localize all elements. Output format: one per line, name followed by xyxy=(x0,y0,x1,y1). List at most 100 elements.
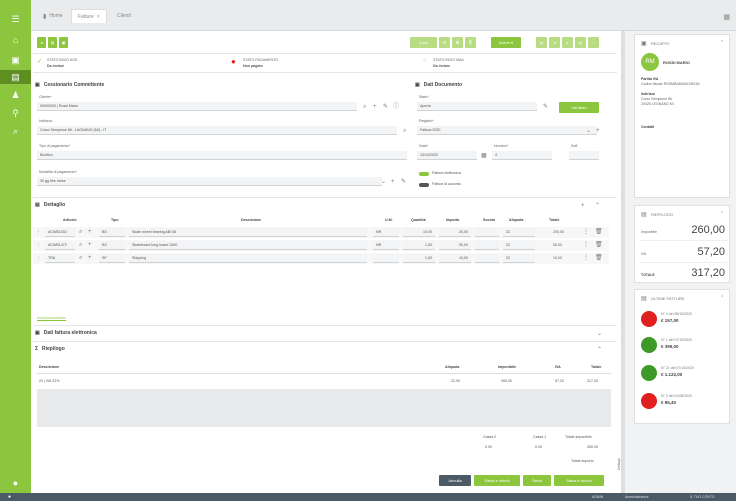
row-tipo[interactable]: BS xyxy=(99,241,125,250)
drag-handle-icon[interactable]: ⋮ xyxy=(37,230,41,234)
info-client-icon[interactable]: ⓘ xyxy=(393,104,399,110)
home-icon[interactable]: ⌂ xyxy=(0,33,31,47)
row-descrizione[interactable]: Shipping xyxy=(129,254,367,263)
row-quantita[interactable]: 10,00 xyxy=(403,228,435,237)
copy-button[interactable]: ⧉ xyxy=(452,37,463,48)
footer-account[interactable]: IL TUO CONTO xyxy=(690,495,715,499)
more-button[interactable]: ⋯ xyxy=(588,37,599,48)
add-client-icon[interactable]: + xyxy=(373,104,377,110)
first-button[interactable]: |◂ xyxy=(536,37,547,48)
contacts-icon[interactable]: ♟ xyxy=(0,88,31,102)
next-button[interactable]: ▸ xyxy=(562,37,573,48)
riepilogo-header[interactable]: Σ Riepilogo xyxy=(35,343,65,355)
tab-fatture[interactable]: Fatture × xyxy=(71,9,107,23)
menu-icon[interactable]: ☰ xyxy=(0,12,31,26)
drag-handle-icon[interactable]: ⋮ xyxy=(37,243,41,247)
edit-client-icon[interactable]: ✎ xyxy=(383,104,388,110)
stato-field[interactable]: Aperta xyxy=(417,102,537,111)
search-icon[interactable]: ⌕ xyxy=(0,124,31,138)
edit-stato-icon[interactable]: ✎ xyxy=(543,104,548,110)
row-articolo[interactable]: TRA xyxy=(45,254,75,263)
client-name[interactable]: ROSSI MARIO xyxy=(663,60,690,65)
table-row[interactable]: ⋮ TRA ⌕ + SP Shipping 1,00 10,00 22 10,0… xyxy=(33,253,609,264)
chevron-up-icon[interactable]: ⌃ xyxy=(720,211,724,217)
add-icon[interactable]: + xyxy=(88,255,92,261)
mail-button[interactable]: ✉ xyxy=(439,37,450,48)
add-icon[interactable]: + xyxy=(88,242,92,248)
chevron-down-icon[interactable]: ⌄ xyxy=(597,331,602,337)
save-close-button[interactable]: Salva e chiudi xyxy=(474,475,520,486)
row-um[interactable]: NR xyxy=(373,241,399,250)
edit-modalita-icon[interactable]: ✎ xyxy=(401,179,406,185)
list-item[interactable]: N° 1 del 07/10/2020 € 399,00 xyxy=(639,334,727,356)
cancel-button[interactable]: Annulla xyxy=(439,475,471,486)
more-icon[interactable]: ⋮ xyxy=(583,229,589,235)
close-icon[interactable]: × xyxy=(97,14,100,20)
fe-header[interactable]: ▣ Dati fattura elettronica xyxy=(35,327,97,339)
print-button[interactable]: ▤ xyxy=(48,37,57,48)
more-icon[interactable]: ⋮ xyxy=(583,255,589,261)
documents-icon[interactable]: ▣ xyxy=(0,53,31,67)
table-row[interactable]: ⋮ ACWB1002 ⌕ + BS Skate wheel bearing AB… xyxy=(33,227,609,238)
pdf-button[interactable]: ▣ xyxy=(59,37,68,48)
row-um[interactable] xyxy=(373,254,399,263)
drag-handle-icon[interactable]: ⋮ xyxy=(37,256,41,260)
row-descrizione[interactable]: Skateboard long board 1500 xyxy=(129,241,367,250)
notes-area[interactable] xyxy=(37,389,611,427)
row-aliquota[interactable]: 22 xyxy=(503,241,535,250)
tab-home[interactable]: ▮ Home xyxy=(37,9,69,23)
add-modalita-icon[interactable]: + xyxy=(391,179,395,185)
footer-role[interactable]: Amministratore xyxy=(625,495,649,499)
indirizzo-field[interactable]: Corso Sempione 86 - LAGNANO (MI) - IT xyxy=(37,126,397,135)
cliente-field[interactable]: 00000002 | Rossi Mario xyxy=(37,102,357,111)
list-item[interactable]: N° 21 del 07/10/2020 € 1.122,00 xyxy=(639,362,727,384)
add-registro-icon[interactable]: + xyxy=(596,128,600,134)
calendar-icon[interactable]: ▦ xyxy=(481,153,487,159)
trash-icon[interactable]: 🗑 xyxy=(595,255,603,261)
modalita-select[interactable]: 30 gg fine mese xyxy=(37,177,382,186)
search-icon[interactable]: ⌕ xyxy=(79,255,82,261)
row-tipo[interactable]: SP xyxy=(99,254,125,263)
row-articolo[interactable]: ACWB1472 xyxy=(45,241,75,250)
save-new-button[interactable]: Salva e nuovo xyxy=(554,475,604,486)
table-row[interactable]: ⋮ ACWB1472 ⌕ + BS Skateboard long board … xyxy=(33,240,609,251)
back-button[interactable]: ◂ xyxy=(37,37,46,48)
aiuto-button[interactable]: Vai aiuto xyxy=(559,102,599,113)
search-address-icon[interactable]: ⌕ xyxy=(403,128,406,134)
actions-button[interactable]: Azioni ▾ xyxy=(491,37,521,48)
prev-button[interactable]: ◂ xyxy=(549,37,560,48)
row-sconto[interactable] xyxy=(475,241,499,250)
chevron-up-icon[interactable]: ⌃ xyxy=(595,203,600,209)
list-item[interactable]: N° 2 del 01/08/2020 € 85,40 xyxy=(639,390,727,412)
chevron-up-icon[interactable]: ⌃ xyxy=(720,295,724,301)
chevron-up-icon[interactable]: ⌃ xyxy=(597,347,602,353)
add-icon[interactable]: + xyxy=(88,229,92,235)
suffisso-field[interactable] xyxy=(569,151,599,160)
row-sconto[interactable] xyxy=(475,228,499,237)
row-sconto[interactable] xyxy=(475,254,499,263)
filter-icon[interactable]: ⚲ xyxy=(0,106,31,120)
last-button[interactable]: ▸| xyxy=(575,37,586,48)
add-row-icon[interactable]: + xyxy=(581,203,585,209)
row-aliquota[interactable]: 22 xyxy=(503,228,535,237)
row-articolo[interactable]: ACWB1002 xyxy=(45,228,75,237)
chevron-down-icon[interactable]: ⌄ xyxy=(381,179,386,185)
row-importo[interactable]: 20,00 xyxy=(439,228,471,237)
row-quantita[interactable]: 1,00 xyxy=(403,254,435,263)
grid-icon[interactable]: ▦ xyxy=(723,13,730,21)
row-descrizione[interactable]: Skate wheel bearing ABI 68 xyxy=(129,228,367,237)
list-item[interactable]: N° 4 del 08/10/2020 € 157,00 xyxy=(639,308,727,330)
numero-field[interactable]: 4 xyxy=(492,151,552,160)
details-vertical-label[interactable]: Dettagli xyxy=(617,458,621,470)
save-button[interactable]: Salva xyxy=(523,475,551,486)
invoices-icon[interactable]: ▤ xyxy=(0,70,31,84)
search-client-icon[interactable]: ⌕ xyxy=(363,104,366,110)
row-um[interactable]: NR xyxy=(373,228,399,237)
footer-user[interactable]: ADMIN xyxy=(592,495,603,499)
user-icon[interactable]: ● xyxy=(0,476,31,490)
include-document-link[interactable]: Includi documento xyxy=(37,316,66,320)
chevron-up-icon[interactable]: ⌃ xyxy=(720,40,724,46)
search-icon[interactable]: ⌕ xyxy=(79,229,82,235)
row-importo[interactable]: 10,00 xyxy=(439,254,471,263)
send-button[interactable]: Invia xyxy=(410,37,437,48)
